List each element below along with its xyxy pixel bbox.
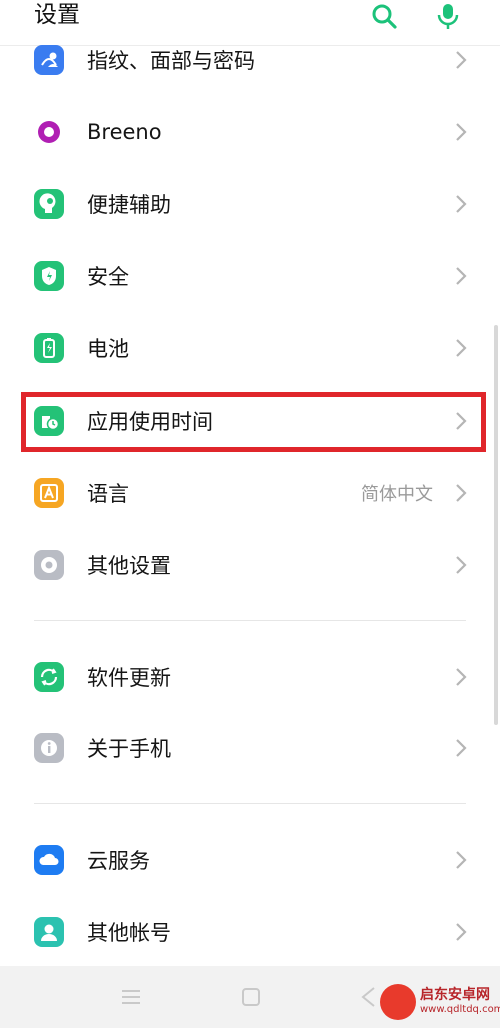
settings-row-assist[interactable]: 便捷辅助: [0, 168, 500, 240]
software-update-icon: [34, 662, 64, 692]
section-divider: [34, 803, 466, 804]
language-icon: [34, 478, 64, 508]
watermark-logo-icon: [380, 984, 416, 1020]
row-label: 云服务: [87, 849, 150, 873]
chevron-right-icon: [456, 267, 467, 285]
account-icon: [34, 917, 64, 947]
chevron-right-icon: [456, 339, 467, 357]
row-label: 电池: [87, 337, 129, 361]
chevron-right-icon: [456, 556, 467, 574]
highlight-box: [21, 392, 486, 452]
about-phone-icon: [34, 733, 64, 763]
menu-icon[interactable]: [118, 984, 144, 1010]
watermark: 启东安卓网 www.qdltdq.com: [360, 980, 500, 1028]
row-label: 关于手机: [87, 737, 171, 761]
settings-row-breeno[interactable]: Breeno: [0, 96, 500, 168]
row-label: 软件更新: [87, 666, 171, 690]
row-label: 指纹、面部与密码: [87, 49, 255, 73]
row-label: 安全: [87, 265, 129, 289]
breeno-icon: [34, 117, 64, 147]
settings-row-software-update[interactable]: 软件更新: [0, 641, 500, 713]
row-value: 简体中文: [361, 484, 433, 505]
row-label: Breeno: [87, 120, 162, 144]
settings-row-fingerprint[interactable]: 指纹、面部与密码: [0, 24, 500, 96]
watermark-text: 启东安卓网: [420, 987, 490, 1003]
settings-row-language[interactable]: 语言 简体中文: [0, 457, 500, 529]
fingerprint-face-icon: [34, 45, 64, 75]
watermark-url: www.qdltdq.com: [420, 1004, 500, 1015]
row-label: 便捷辅助: [87, 193, 171, 217]
cloud-icon: [34, 845, 64, 875]
settings-row-security[interactable]: 安全: [0, 240, 500, 312]
chevron-right-icon: [456, 51, 467, 69]
assist-icon: [34, 189, 64, 219]
battery-icon: [34, 333, 64, 363]
chevron-right-icon: [456, 484, 467, 502]
row-label: 语言: [87, 482, 129, 506]
chevron-right-icon: [456, 923, 467, 941]
chevron-right-icon: [456, 668, 467, 686]
settings-row-about-phone[interactable]: 关于手机: [0, 712, 500, 784]
home-icon[interactable]: [238, 984, 264, 1010]
settings-row-cloud-service[interactable]: 云服务: [0, 824, 500, 896]
settings-row-battery[interactable]: 电池: [0, 312, 500, 384]
row-label: 其他帐号: [87, 921, 171, 945]
settings-row-other-accounts[interactable]: 其他帐号: [0, 896, 500, 968]
other-settings-icon: [34, 550, 64, 580]
scrollbar[interactable]: [494, 325, 498, 725]
shield-icon: [34, 261, 64, 291]
row-label: 其他设置: [87, 554, 171, 578]
chevron-right-icon: [456, 123, 467, 141]
section-divider: [34, 620, 466, 621]
chevron-right-icon: [456, 739, 467, 757]
settings-row-other-settings[interactable]: 其他设置: [0, 529, 500, 601]
chevron-right-icon: [456, 851, 467, 869]
chevron-right-icon: [456, 195, 467, 213]
